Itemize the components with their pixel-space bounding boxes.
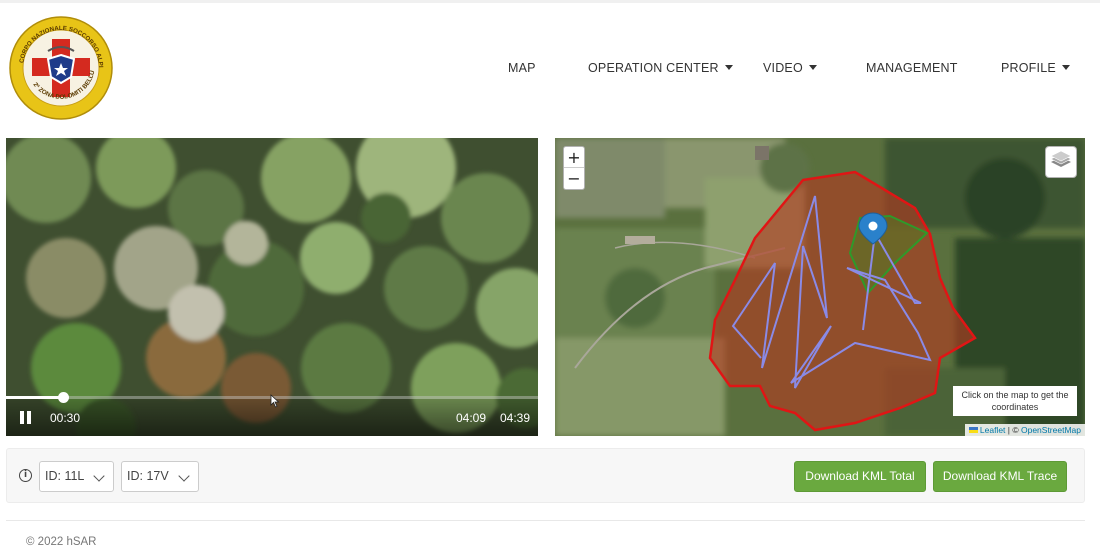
nav-map-label: MAP [508,61,536,75]
nav-management-label: MANAGEMENT [866,61,958,75]
nav-map[interactable]: MAP [508,61,536,75]
layers-icon[interactable] [1045,146,1077,178]
nav-profile[interactable]: PROFILE [1001,61,1070,75]
main-menu: MAP OPERATION CENTER VIDEO MANAGEMENT PR… [0,61,1100,79]
openstreetmap-link[interactable]: OpenStreetMap [1021,425,1081,435]
drone-id-select-1-value: ID: 11L [45,469,85,483]
caret-down-icon [808,65,817,70]
map-view[interactable]: + − Click on the map to get the coordina… [555,138,1085,436]
nav-profile-label: PROFILE [1001,61,1056,75]
nav-video[interactable]: VIDEO [763,61,817,75]
footer-divider [6,520,1085,521]
navbar: CORPO NAZIONALE SOCCORSO ALPINO E SPELEO… [0,0,1100,128]
pause-icon[interactable] [20,411,32,424]
video-progress-fill [6,396,63,399]
video-duration: 04:39 [500,411,531,425]
nav-operation-center-label: OPERATION CENTER [588,61,719,75]
nav-video-label: VIDEO [763,61,803,75]
download-kml-total-button[interactable]: Download KML Total [794,461,926,492]
chevron-down-icon [178,470,190,482]
mouse-cursor-icon [270,394,280,408]
drone-id-select-1[interactable]: ID: 11L [39,461,114,492]
video-remaining-time: 04:09 [456,411,487,425]
drone-id-select-2[interactable]: ID: 17V [121,461,199,492]
chevron-down-icon [93,470,105,482]
zoom-in-button[interactable]: + [564,147,584,168]
download-kml-trace-button[interactable]: Download KML Trace [933,461,1067,492]
caret-down-icon [724,65,733,70]
info-icon[interactable]: i [19,469,32,482]
ukraine-flag-icon [968,427,978,433]
video-progress-handle[interactable] [58,392,69,403]
drone-id-select-2-value: ID: 17V [127,469,169,483]
coordinates-hint: Click on the map to get the coordinates [953,386,1077,416]
zoom-control: + − [563,146,585,190]
footer-copyright: © 2022 hSAR [26,536,97,548]
caret-down-icon [1061,65,1070,70]
video-frame [6,138,538,436]
video-current-time: 00:30 [50,411,81,425]
map-attribution: Leaflet | © OpenStreetMap [964,424,1085,436]
nav-management[interactable]: MANAGEMENT [866,61,958,75]
controls-bar: i ID: 11L ID: 17V Download KML Total Dow… [6,448,1085,503]
leaflet-link[interactable]: Leaflet [980,425,1006,435]
nav-operation-center[interactable]: OPERATION CENTER [588,61,733,75]
attribution-separator: | © [1005,425,1021,435]
video-player[interactable]: 00:30 04:09 04:39 [6,138,538,436]
zoom-out-button[interactable]: − [564,168,584,189]
